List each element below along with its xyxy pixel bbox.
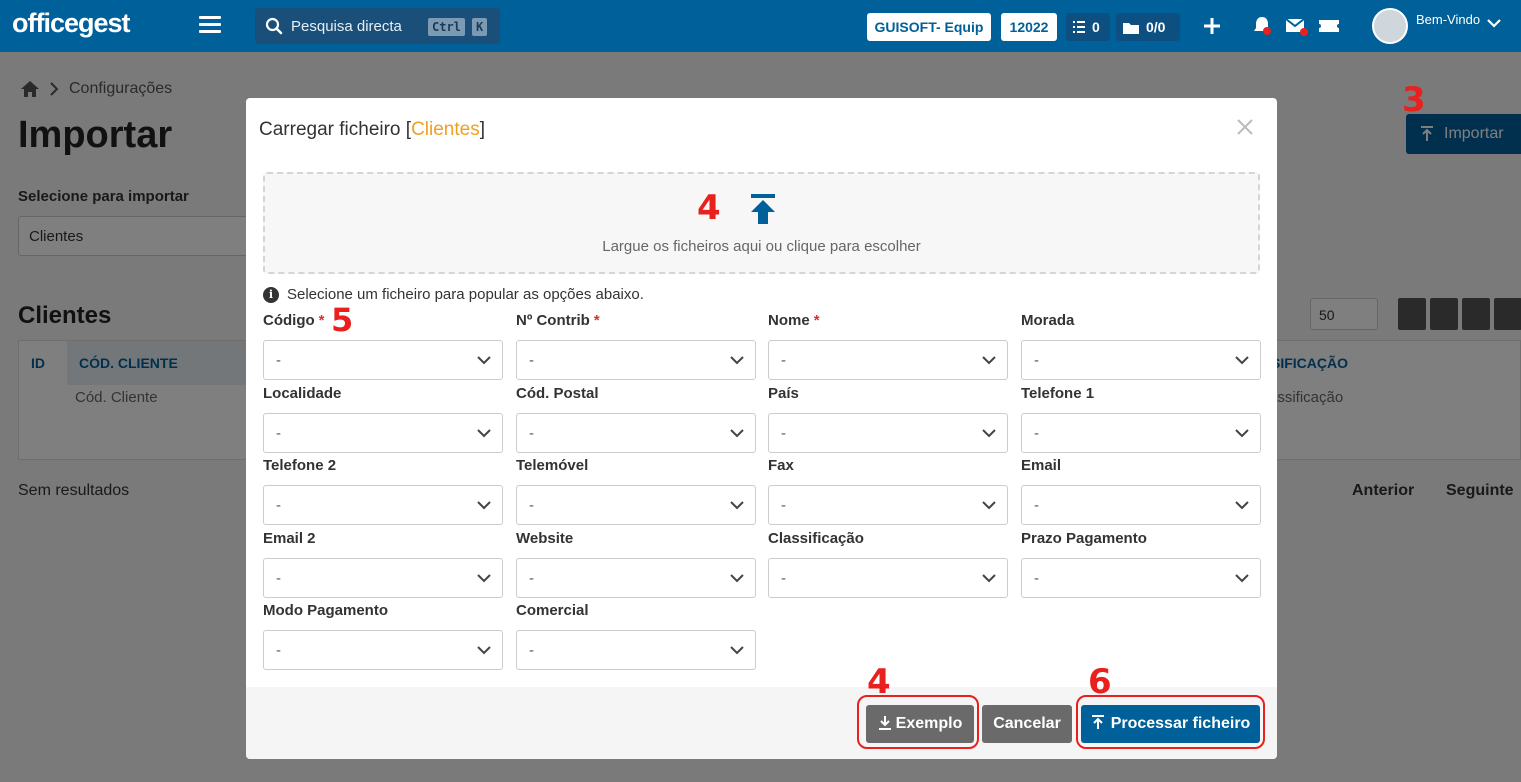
upload-icon — [1091, 715, 1104, 729]
close-icon[interactable] — [1234, 116, 1256, 138]
company-badge[interactable]: GUISOFT- Equip — [867, 13, 991, 41]
label-comercial: Comercial — [516, 602, 589, 619]
chevron-down-icon — [1235, 356, 1249, 365]
search-placeholder: Pesquisa directa — [291, 18, 402, 35]
select-localidade[interactable]: - — [263, 413, 503, 453]
select-telefone-2[interactable]: - — [263, 485, 503, 525]
chevron-down-icon — [477, 501, 491, 510]
chevron-down-icon — [477, 356, 491, 365]
annotation-step-3: 3 — [1402, 80, 1426, 120]
app-logo[interactable]: officegest — [12, 8, 131, 39]
label-telefone-2: Telefone 2 — [263, 457, 337, 474]
select-classificacao[interactable]: - — [768, 558, 1008, 598]
search-input[interactable]: Pesquisa directa Ctrl K — [255, 8, 500, 44]
tasks-icon — [1073, 21, 1085, 33]
info-icon: i — [263, 286, 279, 303]
label-localidade: Localidade — [263, 385, 342, 402]
label-morada: Morada — [1021, 312, 1075, 329]
bell-icon[interactable] — [1250, 14, 1274, 38]
tasks-counter[interactable]: 0 — [1066, 13, 1110, 41]
label-nome: Nome * — [768, 312, 820, 329]
search-icon — [265, 17, 283, 35]
process-file-button[interactable]: Processar ficheiro — [1081, 705, 1260, 743]
example-button[interactable]: Exemplo — [866, 705, 974, 743]
plus-icon[interactable] — [1200, 14, 1224, 38]
chevron-down-icon — [982, 501, 996, 510]
chevron-down-icon — [730, 574, 744, 583]
label-modo-pagamento: Modo Pagamento — [263, 602, 389, 619]
label-cod-postal: Cód. Postal — [516, 385, 599, 402]
chevron-down-icon — [982, 356, 996, 365]
dropzone-text: Largue os ficheiros aqui ou clique para … — [602, 238, 921, 255]
label-website: Website — [516, 530, 574, 547]
select-n-contrib[interactable]: - — [516, 340, 756, 380]
select-telemovel[interactable]: - — [516, 485, 756, 525]
select-modo-pagamento[interactable]: - — [263, 630, 503, 670]
welcome-text[interactable]: Bem-Vindo — [1416, 12, 1480, 27]
kbd-ctrl: Ctrl — [428, 18, 465, 36]
label-fax: Fax — [768, 457, 794, 474]
file-dropzone[interactable]: Largue os ficheiros aqui ou clique para … — [263, 172, 1260, 274]
select-website[interactable]: - — [516, 558, 756, 598]
label-telemovel: Telemóvel — [516, 457, 589, 474]
chevron-down-icon — [1235, 574, 1249, 583]
select-telefone-1[interactable]: - — [1021, 413, 1261, 453]
modal-title: Carregar ficheiro [Clientes] — [259, 119, 485, 140]
chevron-down-icon[interactable] — [1487, 18, 1501, 28]
label-prazo-pagamento: Prazo Pagamento — [1021, 530, 1147, 547]
download-icon — [878, 716, 891, 730]
chevron-down-icon — [477, 646, 491, 655]
label-email-2: Email 2 — [263, 530, 316, 547]
label-email: Email — [1021, 457, 1062, 474]
cancel-button[interactable]: Cancelar — [982, 705, 1072, 743]
mail-icon[interactable] — [1284, 14, 1308, 38]
year-badge[interactable]: 12022 — [1001, 13, 1057, 41]
top-navbar: officegest Pesquisa directa Ctrl K GUISO… — [0, 0, 1521, 52]
label-telefone-1: Telefone 1 — [1021, 385, 1095, 402]
chevron-down-icon — [730, 646, 744, 655]
chevron-down-icon — [982, 429, 996, 438]
upload-modal: Carregar ficheiro [Clientes] Largue os f… — [246, 98, 1277, 759]
label-codigo: Código * — [263, 312, 325, 329]
avatar[interactable] — [1372, 8, 1408, 44]
label-n-contrib: Nº Contrib * — [516, 312, 600, 329]
annotation-step-4-example: 4 — [867, 662, 891, 702]
select-morada[interactable]: - — [1021, 340, 1261, 380]
menu-icon[interactable] — [199, 16, 221, 36]
chevron-down-icon — [730, 429, 744, 438]
select-email[interactable]: - — [1021, 485, 1261, 525]
chevron-down-icon — [477, 574, 491, 583]
chevron-down-icon — [730, 356, 744, 365]
chevron-down-icon — [1235, 429, 1249, 438]
annotation-step-6: 6 — [1088, 662, 1112, 702]
select-nome[interactable]: - — [768, 340, 1008, 380]
select-comercial[interactable]: - — [516, 630, 756, 670]
select-codigo[interactable]: - — [263, 340, 503, 380]
chevron-down-icon — [730, 501, 744, 510]
label-classificacao: Classificação — [768, 530, 864, 547]
annotation-step-4-dropzone: 4 — [697, 188, 721, 228]
folder-icon — [1123, 23, 1139, 34]
upload-icon — [751, 194, 775, 224]
ticket-icon[interactable] — [1317, 14, 1341, 38]
label-pais: País — [768, 385, 799, 402]
folders-counter[interactable]: 0/0 — [1116, 13, 1180, 41]
select-email-2[interactable]: - — [263, 558, 503, 598]
info-line: i Selecione um ficheiro para popular as … — [263, 286, 644, 303]
chevron-down-icon — [982, 574, 996, 583]
kbd-k: K — [472, 18, 488, 36]
select-fax[interactable]: - — [768, 485, 1008, 525]
select-pais[interactable]: - — [768, 413, 1008, 453]
select-cod-postal[interactable]: - — [516, 413, 756, 453]
chevron-down-icon — [477, 429, 491, 438]
select-prazo-pagamento[interactable]: - — [1021, 558, 1261, 598]
annotation-step-5: 5 — [331, 301, 354, 339]
chevron-down-icon — [1235, 501, 1249, 510]
modal-footer: Exemplo Cancelar Processar ficheiro — [246, 687, 1277, 759]
